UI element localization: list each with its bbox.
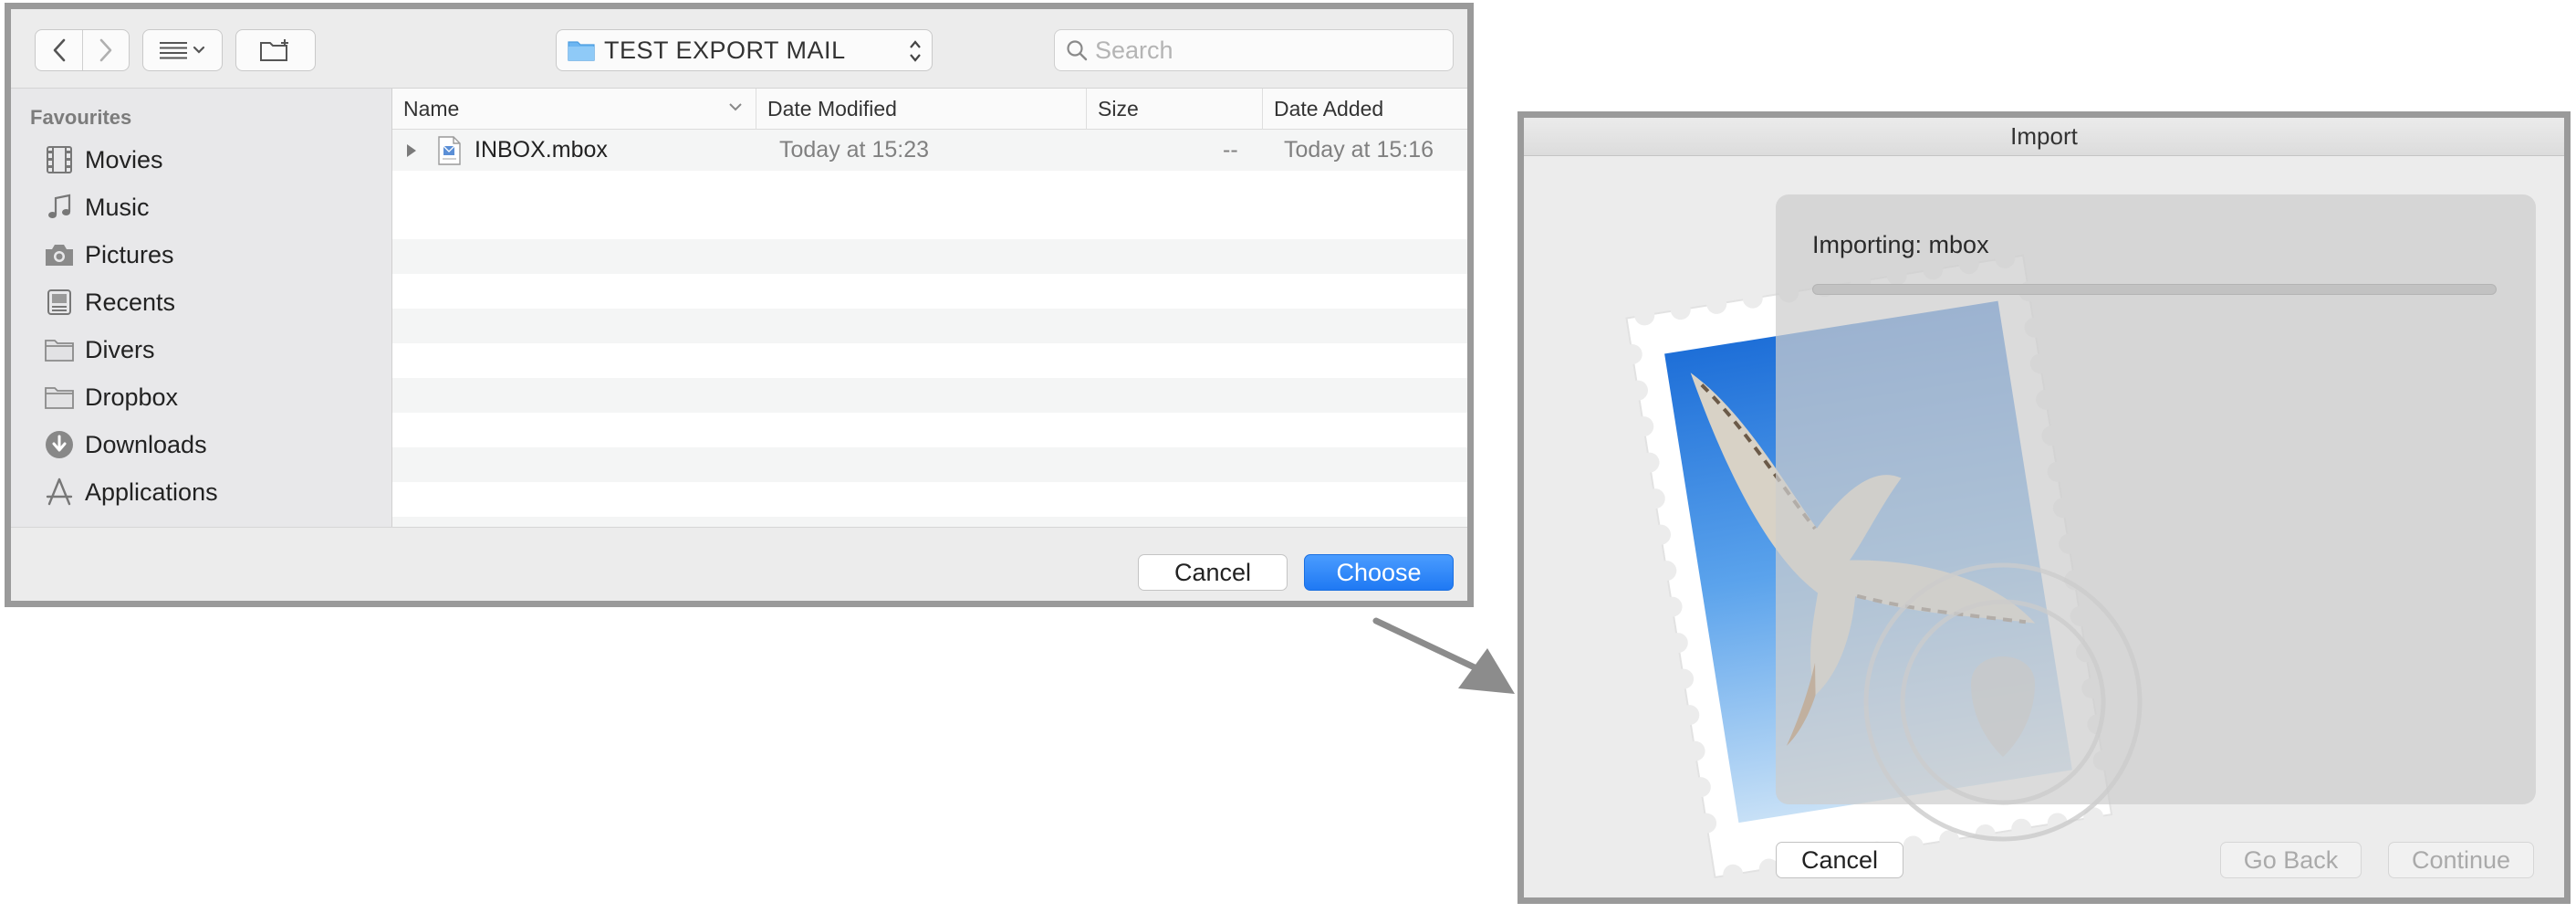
progress-label: Importing: mbox bbox=[1812, 231, 1989, 258]
import-dialog: Import Importing: mbox Cancel Go Back Co… bbox=[1517, 111, 2571, 904]
view-options-button[interactable] bbox=[142, 29, 223, 71]
column-header-label: Size bbox=[1098, 97, 1139, 121]
import-cancel-button[interactable]: Cancel bbox=[1776, 842, 1903, 878]
sidebar-item-label: Pictures bbox=[85, 240, 174, 268]
chevron-left-icon bbox=[53, 38, 65, 62]
up-down-arrows-icon bbox=[910, 40, 921, 62]
sidebar-item-label: Dropbox bbox=[85, 383, 179, 411]
search-field[interactable] bbox=[1054, 29, 1454, 71]
disclosure-triangle-icon[interactable] bbox=[405, 130, 418, 171]
empty-row bbox=[392, 447, 1467, 482]
list-view-icon bbox=[160, 42, 187, 59]
sidebar-item-pictures[interactable]: Pictures bbox=[43, 235, 174, 275]
music-note-icon bbox=[43, 191, 76, 224]
new-folder-icon bbox=[260, 39, 288, 61]
sidebar-item-music[interactable]: Music bbox=[43, 187, 150, 227]
empty-row bbox=[392, 517, 1467, 527]
location-popup[interactable]: TEST EXPORT MAIL bbox=[556, 29, 933, 71]
search-input[interactable] bbox=[1095, 36, 1424, 65]
cancel-button[interactable]: Cancel bbox=[1138, 554, 1288, 591]
open-panel-button-bar: Cancel Choose bbox=[11, 527, 1467, 601]
sidebar-item-label: Recents bbox=[85, 288, 176, 316]
camera-icon bbox=[43, 238, 76, 271]
location-label: TEST EXPORT MAIL bbox=[604, 36, 846, 64]
column-headers: Name Date Modified Size Date Added bbox=[392, 89, 1467, 130]
sidebar-item-label: Music bbox=[85, 193, 150, 221]
file-date-added: Today at 15:16 bbox=[1284, 137, 1434, 163]
chevron-right-icon bbox=[99, 38, 112, 62]
go-back-button[interactable]: Go Back bbox=[2220, 842, 2362, 878]
open-panel-window: TEST EXPORT MAIL Favourites Movies Music bbox=[5, 3, 1474, 607]
new-folder-button[interactable] bbox=[235, 29, 316, 71]
file-date-modified: Today at 15:23 bbox=[779, 137, 930, 163]
sidebar-item-dropbox[interactable]: Dropbox bbox=[43, 377, 178, 417]
forward-button[interactable] bbox=[82, 30, 129, 70]
empty-row bbox=[392, 309, 1467, 343]
sidebar-section-header: Favourites bbox=[30, 106, 132, 129]
column-header-name[interactable]: Name bbox=[392, 89, 756, 130]
sidebar-item-recents[interactable]: Recents bbox=[43, 282, 175, 322]
applications-icon bbox=[43, 476, 76, 509]
table-row[interactable]: INBOX.mbox Today at 15:23 -- Today at 15… bbox=[392, 130, 1467, 171]
folder-icon bbox=[43, 381, 76, 414]
folder-icon bbox=[568, 41, 595, 61]
flow-arrow-icon bbox=[1372, 617, 1515, 694]
import-progress-panel: Importing: mbox bbox=[1776, 194, 2536, 804]
column-header-size[interactable]: Size bbox=[1086, 89, 1262, 130]
file-list: Name Date Modified Size Date Added INBOX… bbox=[392, 89, 1467, 527]
sidebar-item-downloads[interactable]: Downloads bbox=[43, 425, 207, 465]
progress-bar bbox=[1812, 284, 2497, 295]
column-header-label: Name bbox=[403, 97, 460, 121]
search-icon bbox=[1067, 40, 1088, 61]
folder-icon bbox=[43, 333, 76, 366]
chevron-down-icon bbox=[729, 103, 742, 111]
sidebar-item-label: Movies bbox=[85, 145, 163, 173]
choose-button[interactable]: Choose bbox=[1304, 554, 1454, 591]
column-header-label: Date Added bbox=[1274, 97, 1384, 121]
file-size: -- bbox=[1223, 137, 1238, 163]
navigation-buttons bbox=[35, 29, 130, 71]
download-icon bbox=[43, 428, 76, 461]
sidebar-item-divers[interactable]: Divers bbox=[43, 330, 155, 370]
film-icon bbox=[43, 143, 76, 176]
sidebar: Favourites Movies Music Pictures Recents bbox=[11, 89, 392, 527]
sidebar-item-label: Applications bbox=[85, 477, 218, 506]
file-name: INBOX.mbox bbox=[475, 137, 608, 163]
mbox-file-icon bbox=[436, 130, 462, 171]
recents-icon bbox=[43, 286, 76, 319]
empty-row bbox=[392, 378, 1467, 413]
open-panel-toolbar: TEST EXPORT MAIL bbox=[11, 9, 1467, 89]
sidebar-item-label: Divers bbox=[85, 335, 155, 363]
import-titlebar: Import bbox=[1524, 118, 2564, 156]
back-button[interactable] bbox=[36, 30, 82, 70]
column-header-label: Date Modified bbox=[767, 97, 897, 121]
chevron-down-icon bbox=[193, 46, 205, 54]
column-header-date-added[interactable]: Date Added bbox=[1262, 89, 1467, 130]
sidebar-item-label: Downloads bbox=[85, 430, 207, 458]
sidebar-item-movies[interactable]: Movies bbox=[43, 140, 163, 180]
window-title: Import bbox=[2010, 122, 2078, 150]
empty-row bbox=[392, 239, 1467, 274]
sidebar-item-applications[interactable]: Applications bbox=[43, 472, 218, 512]
column-header-date-modified[interactable]: Date Modified bbox=[756, 89, 1086, 130]
continue-button[interactable]: Continue bbox=[2388, 842, 2534, 878]
